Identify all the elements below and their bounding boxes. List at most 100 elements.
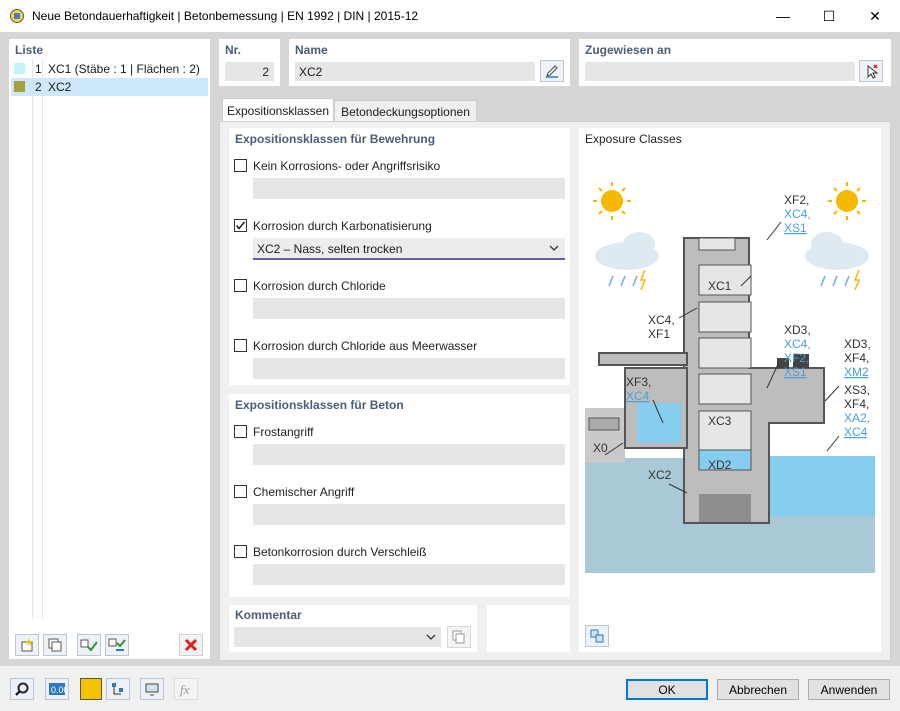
search-button[interactable]	[10, 678, 34, 700]
rain-cloud-icon	[595, 232, 659, 291]
tab-exposure-classes[interactable]: Expositionsklassen	[222, 98, 334, 122]
color-button[interactable]	[80, 678, 102, 700]
room	[698, 301, 752, 333]
label-xm2: XM2	[844, 365, 869, 379]
view-button[interactable]	[140, 678, 164, 700]
label-xc4: XC4	[626, 389, 650, 403]
minimize-button[interactable]: —	[760, 0, 806, 32]
cancel-button[interactable]: Abbrechen	[717, 679, 799, 700]
frost-option[interactable]: Frostangriff	[234, 424, 554, 440]
seawater-checkbox[interactable]	[234, 339, 247, 352]
delete-icon	[184, 638, 198, 652]
copy-icon	[48, 638, 62, 652]
assigned-field[interactable]	[585, 62, 855, 81]
search-icon	[15, 682, 29, 696]
label-xc4: XC4,	[784, 337, 811, 351]
small-footing	[588, 417, 620, 431]
label-xc2: XC2	[648, 468, 672, 482]
tree-info-icon	[112, 683, 123, 695]
room	[698, 373, 752, 405]
svg-text:0.00: 0.00	[51, 685, 66, 695]
list-item-label: XC2	[48, 80, 72, 94]
label-xf3: XF3,	[626, 375, 651, 389]
chloride-option[interactable]: Korrosion durch Chloride	[234, 278, 554, 294]
label-xs3: XS3,	[844, 383, 870, 397]
check-all-button[interactable]	[77, 634, 101, 656]
label-xs1: XS1	[784, 221, 807, 235]
figure-title: Exposure Classes	[585, 132, 682, 146]
ok-button[interactable]: OK	[626, 679, 708, 700]
label-xs1: XS1	[784, 365, 807, 379]
list-item-label: XC1 (Stäbe : 1 | Flächen : 2)	[48, 62, 200, 76]
list-divider	[32, 59, 33, 619]
chloride-label: Korrosion durch Chloride	[253, 279, 386, 293]
assigned-panel: Zugewiesen an	[579, 39, 891, 86]
tab-cover-options[interactable]: Betondeckungsoptionen	[334, 100, 477, 122]
frost-checkbox[interactable]	[234, 425, 247, 438]
label-xc4: XC4	[844, 425, 868, 439]
edit-name-button[interactable]	[540, 60, 564, 82]
maximize-button[interactable]: ☐	[806, 0, 852, 32]
list-item[interactable]: 1 XC1 (Stäbe : 1 | Flächen : 2)	[11, 60, 208, 78]
abrasion-option[interactable]: Betonkorrosion durch Verschleiß	[234, 544, 554, 560]
formula-button[interactable]: fx	[174, 678, 198, 700]
chemical-field	[253, 504, 565, 525]
chemical-label: Chemischer Angriff	[253, 485, 355, 499]
apply-button[interactable]: Anwenden	[808, 679, 890, 700]
app-icon	[10, 9, 24, 23]
gravel-foundation	[699, 494, 751, 522]
name-field[interactable]: XC2	[295, 62, 535, 81]
list-item-selected[interactable]: 2 XC2	[11, 78, 208, 96]
label-xf1: XF1	[648, 327, 670, 341]
check-toggle-icon	[108, 638, 126, 651]
concrete-header: Expositionsklassen für Beton	[235, 398, 404, 412]
window-title: Neue Betondauerhaftigkeit | Betonbemessu…	[32, 9, 419, 23]
sea-water	[769, 456, 875, 516]
comment-preview	[487, 605, 570, 652]
no-risk-checkbox[interactable]	[234, 159, 247, 172]
seawater-label: Korrosion durch Chloride aus Meerwasser	[253, 339, 478, 353]
chemical-checkbox[interactable]	[234, 485, 247, 498]
carbonation-option[interactable]: Korrosion durch Karbonatisierung	[234, 218, 554, 234]
exposure-classes-figure: XF2, XC4, XS1 XC1 XC4, XF1 XD3, XC4, XF2…	[585, 182, 875, 573]
cantilever-slab	[598, 352, 688, 366]
copy-item-button[interactable]	[43, 634, 67, 656]
comment-select[interactable]	[234, 627, 441, 647]
seawater-field	[253, 358, 565, 379]
pick-cursor-icon	[867, 64, 879, 79]
abrasion-label: Betonkorrosion durch Verschleiß	[253, 545, 427, 559]
select-objects-button[interactable]	[859, 60, 883, 82]
chloride-field	[253, 298, 565, 319]
no-risk-field	[253, 178, 565, 199]
carbonation-select-value: XC2 – Nass, selten trocken	[257, 242, 403, 256]
chloride-checkbox[interactable]	[234, 279, 247, 292]
carbonation-select[interactable]: XC2 – Nass, selten trocken	[253, 238, 565, 260]
frost-field	[253, 444, 565, 465]
label-xf4: XF4,	[844, 351, 869, 365]
list-item-number: 1	[35, 62, 42, 76]
decimal-icon: 0.00	[49, 683, 66, 695]
delete-item-button[interactable]	[179, 634, 203, 656]
label-xf2: XF2,	[784, 193, 809, 207]
switch-figure-button[interactable]	[585, 625, 609, 647]
chemical-option[interactable]: Chemischer Angriff	[234, 484, 554, 500]
check-toggle-button[interactable]	[105, 634, 129, 656]
new-item-button[interactable]	[15, 634, 39, 656]
seawater-option[interactable]: Korrosion durch Chloride aus Meerwasser	[234, 338, 554, 354]
edit-icon	[546, 65, 558, 78]
info-button[interactable]	[106, 678, 130, 700]
list-header: Liste	[15, 43, 44, 57]
comment-copy-button[interactable]	[447, 626, 471, 648]
close-button[interactable]: ✕	[852, 0, 898, 32]
figure-panel: Exposure Classes XF2, XC4, XS1 XC1 XC4, …	[579, 128, 881, 652]
abrasion-checkbox[interactable]	[234, 545, 247, 558]
roof-element	[698, 237, 736, 251]
label-xc4-mid: XC4,	[648, 313, 675, 327]
label-x0: X0	[593, 441, 608, 455]
units-button[interactable]: 0.00	[45, 678, 69, 700]
copy-icon	[452, 630, 465, 644]
no-risk-option[interactable]: Kein Korrosions- oder Angriffsrisiko	[234, 158, 554, 174]
carbonation-checkbox[interactable]	[234, 219, 247, 232]
comment-panel: Kommentar	[229, 605, 477, 652]
title-bar: Neue Betondauerhaftigkeit | Betonbemessu…	[0, 0, 900, 32]
